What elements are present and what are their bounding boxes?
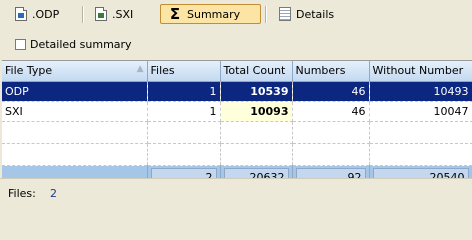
odp-file-icon — [15, 7, 27, 21]
cell-files[interactable]: 1 — [147, 101, 221, 122]
empty-cell — [369, 143, 472, 166]
summary-table-panel: File Type ▲ Files Total Count Numbers Wit… — [2, 60, 472, 185]
empty-cell — [2, 121, 148, 144]
table-header-row: File Type ▲ Files Total Count Numbers Wit… — [2, 61, 472, 82]
cell-files[interactable]: 1 — [147, 81, 221, 102]
empty-cell — [220, 143, 293, 166]
tab-odp[interactable]: .ODP — [8, 4, 66, 24]
cell-file-type[interactable]: ODP — [2, 81, 148, 102]
cell-without-number[interactable]: 10047 — [369, 101, 472, 122]
column-header-label: File Type — [5, 64, 53, 78]
tab-separator — [82, 6, 84, 23]
checkbox-box[interactable] — [15, 39, 26, 50]
empty-row — [2, 121, 472, 144]
column-header-file-type[interactable]: File Type ▲ — [2, 61, 148, 82]
tab-details-label: Details — [296, 7, 335, 21]
sort-ascending-icon: ▲ — [136, 64, 144, 75]
notes-icon — [279, 7, 291, 21]
empty-cell — [147, 143, 221, 166]
empty-cell — [2, 143, 148, 166]
tab-details[interactable]: Details — [272, 4, 341, 24]
cell-numbers[interactable]: 46 — [292, 81, 370, 102]
empty-cell — [292, 143, 370, 166]
summary-table: File Type ▲ Files Total Count Numbers Wit… — [2, 61, 472, 185]
column-header-numbers[interactable]: Numbers — [292, 61, 370, 82]
status-bar: Files: 2 — [0, 178, 472, 208]
tab-odp-label: .ODP — [32, 7, 60, 21]
column-header-without-number[interactable]: Without Number — [369, 61, 472, 82]
detailed-summary-checkbox[interactable]: Detailed summary — [15, 38, 132, 51]
column-header-total-count[interactable]: Total Count — [220, 61, 293, 82]
cell-numbers[interactable]: 46 — [292, 101, 370, 122]
cell-total-count[interactable]: 10539 — [220, 81, 293, 102]
detailed-summary-label: Detailed summary — [30, 38, 132, 51]
tab-summary-label: Summary — [187, 7, 241, 21]
status-files-label: Files: — [8, 187, 36, 200]
empty-cell — [292, 121, 370, 144]
status-files-count: 2 — [50, 187, 57, 200]
tab-separator — [265, 6, 267, 23]
empty-row — [2, 143, 472, 166]
table-row[interactable]: ODP 1 10539 46 10493 — [2, 81, 472, 102]
sxi-file-icon — [95, 7, 107, 21]
cell-total-count[interactable]: 10093 — [220, 101, 293, 122]
table-row[interactable]: SXI 1 10093 46 10047 — [2, 101, 472, 122]
tab-bar: .ODP .SXI Σ Summary Details — [0, 0, 472, 29]
empty-cell — [369, 121, 472, 144]
empty-cell — [147, 121, 221, 144]
cell-file-type[interactable]: SXI — [2, 101, 148, 122]
tab-sxi[interactable]: .SXI — [88, 4, 140, 24]
tab-summary[interactable]: Σ Summary — [160, 4, 261, 24]
column-header-files[interactable]: Files — [147, 61, 221, 82]
tab-sxi-label: .SXI — [112, 7, 134, 21]
empty-cell — [220, 121, 293, 144]
cell-without-number[interactable]: 10493 — [369, 81, 472, 102]
sigma-icon: Σ — [169, 5, 181, 23]
